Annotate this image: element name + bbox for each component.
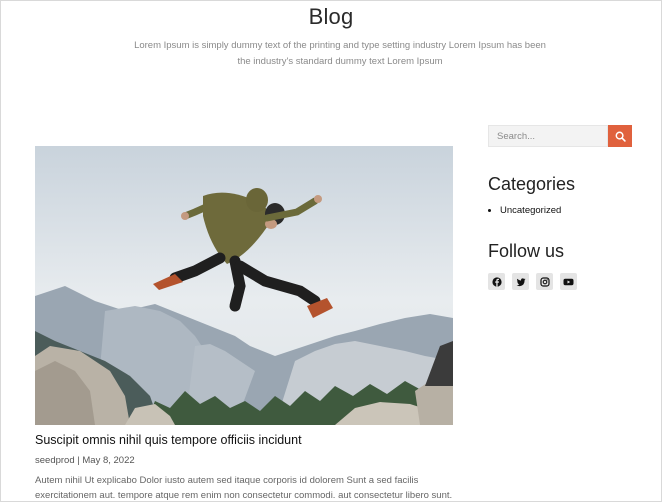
meta-separator: | — [77, 455, 80, 466]
page-title: Blog — [308, 4, 354, 29]
page-subtitle: Lorem Ipsum is simply dummy text of the … — [134, 40, 546, 67]
category-item-uncategorized[interactable]: Uncategorized — [500, 205, 561, 216]
youtube-icon — [563, 278, 574, 285]
post-author-link[interactable]: seedprod — [35, 455, 75, 466]
instagram-button[interactable] — [536, 273, 553, 290]
social-icons — [488, 273, 577, 290]
instagram-icon — [539, 276, 550, 287]
twitter-button[interactable] — [512, 273, 529, 290]
post-meta: seedprod | May 8, 2022 — [35, 455, 135, 466]
categories-heading: Categories — [488, 174, 576, 194]
follow-heading: Follow us — [488, 241, 565, 261]
youtube-button[interactable] — [560, 273, 577, 290]
post-title-link[interactable]: Suscipit omnis nihil quis tempore offici… — [35, 433, 302, 447]
search-input[interactable] — [488, 125, 608, 147]
facebook-icon — [491, 276, 502, 287]
post-date: May 8, 2022 — [82, 455, 135, 466]
twitter-icon — [515, 277, 526, 286]
search-icon — [615, 131, 626, 142]
categories-list: Uncategorized — [488, 205, 561, 216]
facebook-button[interactable] — [488, 273, 505, 290]
post-featured-image[interactable] — [35, 146, 453, 425]
search-button[interactable] — [608, 125, 632, 147]
search-form — [488, 125, 632, 147]
jumping-man-photo — [35, 146, 453, 425]
post-excerpt: Autem nihil Ut explicabo Dolor iusto aut… — [35, 475, 453, 501]
